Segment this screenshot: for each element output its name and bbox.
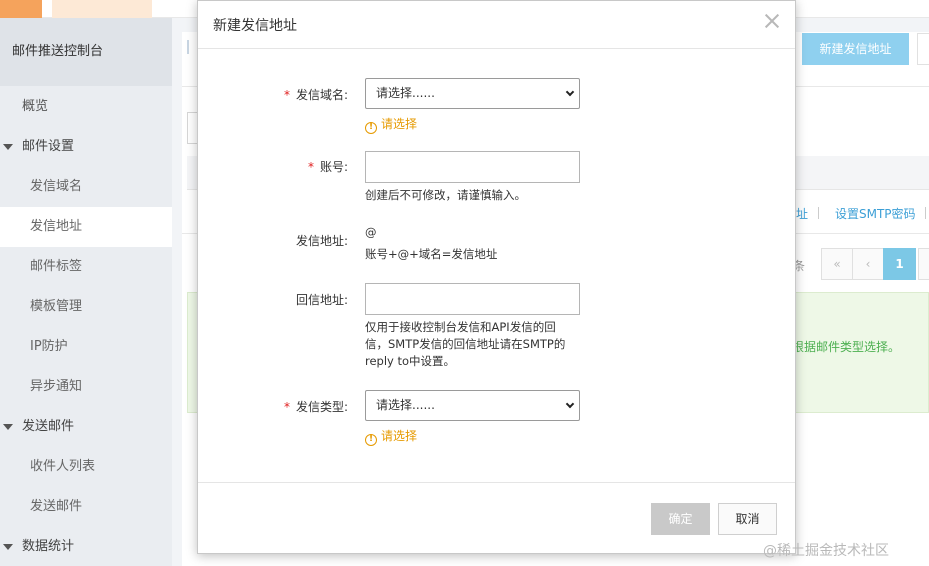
dialog-footer-divider — [198, 482, 795, 483]
chevron-down-icon — [565, 399, 575, 409]
dialog-header-divider — [198, 48, 795, 49]
confirm-button[interactable]: 确定 — [651, 503, 710, 535]
required-mark: * — [307, 160, 314, 174]
sender-domain-label: * 发信域名: — [198, 86, 348, 103]
pager-first-button[interactable]: « — [821, 248, 853, 280]
sidebar-item-recipient-list[interactable]: 收件人列表 — [0, 447, 172, 487]
sidebar-item-label: 发信地址 — [30, 219, 83, 234]
sender-address-hint: 账号+@+域名=发信地址 — [365, 247, 498, 261]
warning-icon: ! — [365, 122, 377, 134]
sidebar-item-send-mail[interactable]: 发送邮件 — [0, 487, 172, 527]
caret-down-icon — [3, 544, 13, 550]
select-value: 请选择...... — [376, 398, 435, 412]
sidebar-item-ip-protection[interactable]: IP防护 — [0, 327, 172, 367]
sidebar: 邮件推送控制台 概览 邮件设置 发信域名 发信地址 邮件标签 模板管理 IP防护… — [0, 18, 172, 566]
account-label: * 账号: — [198, 158, 348, 175]
sidebar-item-mail-tags[interactable]: 邮件标签 — [0, 247, 172, 287]
sidebar-group-mail-settings[interactable]: 邮件设置 — [0, 127, 172, 167]
reply-address-label: 回信地址: — [295, 293, 348, 307]
reply-address-hint-line-2: 信，SMTP发信的回信地址请在SMTP的 — [365, 337, 566, 351]
sidebar-item-label: 邮件设置 — [22, 139, 75, 154]
label-text: 发信类型: — [295, 400, 348, 414]
sidebar-item-label: 邮件标签 — [30, 259, 83, 274]
tip-text: 根据邮件类型选择。 — [792, 340, 901, 354]
sender-domain-warning: ! 请选择 — [365, 115, 417, 134]
pager-page-current[interactable]: 1 — [883, 248, 916, 280]
select-value: 请选择...... — [376, 86, 435, 100]
sender-type-warning: ! 请选择 — [365, 427, 417, 446]
caret-down-icon — [3, 144, 13, 150]
sidebar-item-label: 异步通知 — [30, 379, 83, 394]
reply-address-hint-line-1: 仅用于接收控制台发信和API发信的回 — [365, 320, 556, 334]
sidebar-item-sender-address[interactable]: 发信地址 — [0, 207, 172, 247]
sidebar-group-statistics[interactable]: 数据统计 — [0, 527, 172, 566]
warning-text: 请选择 — [381, 429, 418, 443]
sidebar-item-label: 发送邮件 — [22, 419, 75, 434]
sender-type-select[interactable]: 请选择...... — [365, 390, 580, 421]
label-text: 账号: — [319, 160, 348, 174]
new-sender-address-button[interactable]: 新建发信地址 — [802, 33, 909, 65]
row-action-link[interactable]: 址 — [796, 205, 808, 222]
reply-address-hint-line-3: reply to中设置。 — [365, 354, 456, 368]
close-icon[interactable] — [760, 9, 784, 33]
refresh-button[interactable] — [917, 33, 929, 65]
logo-icon — [0, 0, 42, 18]
title-accent-bar — [187, 40, 189, 54]
sidebar-item-label: 数据统计 — [22, 539, 75, 554]
sender-address-value: @ — [365, 225, 377, 239]
link-separator — [925, 207, 926, 219]
required-mark: * — [283, 400, 290, 414]
sidebar-item-label: IP防护 — [30, 339, 68, 354]
sidebar-header: 邮件推送控制台 — [0, 18, 172, 86]
sidebar-item-label: 发送邮件 — [30, 499, 83, 514]
sidebar-item-templates[interactable]: 模板管理 — [0, 287, 172, 327]
pager-prev-button[interactable]: ‹ — [852, 248, 884, 280]
set-smtp-password-link[interactable]: 设置SMTP密码 — [835, 205, 916, 222]
pager-next-button[interactable] — [918, 248, 929, 280]
warning-text: 请选择 — [381, 117, 418, 131]
sender-address-label: 发信地址: — [295, 234, 348, 248]
watermark: @稀土掘金技术社区 — [763, 543, 889, 559]
sidebar-item-overview[interactable]: 概览 — [0, 87, 172, 127]
required-mark: * — [283, 88, 290, 102]
new-sender-address-dialog: 新建发信地址 * 发信域名: 请选择...... ! 请选择 * 账号: 创建后不可修… — [197, 0, 796, 554]
label-text: 发信域名: — [295, 88, 348, 102]
sidebar-item-label: 发信域名 — [30, 179, 83, 194]
sender-domain-select[interactable]: 请选择...... — [365, 78, 580, 109]
sidebar-group-send-mail[interactable]: 发送邮件 — [0, 407, 172, 447]
caret-down-icon — [3, 424, 13, 430]
account-input[interactable] — [365, 151, 580, 183]
warning-icon: ! — [365, 434, 377, 446]
account-hint: 创建后不可修改，请谨慎输入。 — [365, 188, 526, 202]
logo-text — [52, 0, 152, 18]
sidebar-item-async-notify[interactable]: 异步通知 — [0, 367, 172, 407]
sender-type-label: * 发信类型: — [198, 398, 348, 415]
sidebar-item-label: 概览 — [22, 99, 49, 114]
dialog-title: 新建发信地址 — [213, 18, 297, 34]
chevron-down-icon — [565, 87, 575, 97]
sidebar-item-sender-domain[interactable]: 发信域名 — [0, 167, 172, 207]
reply-address-input[interactable] — [365, 283, 580, 315]
link-separator — [818, 207, 819, 219]
sidebar-item-label: 收件人列表 — [30, 459, 96, 474]
sidebar-item-label: 模板管理 — [30, 299, 83, 314]
cancel-button[interactable]: 取消 — [718, 503, 777, 535]
